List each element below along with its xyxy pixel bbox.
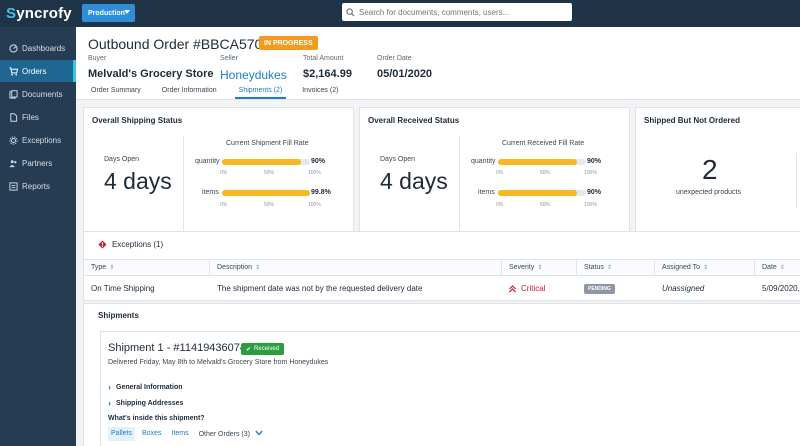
sidebar-item-reports[interactable]: Reports (0, 175, 76, 197)
tab-boxes[interactable]: Boxes (139, 427, 164, 441)
environment-dropdown[interactable]: Production (82, 4, 135, 22)
column-assigned-to[interactable]: Assigned To ⇕ (654, 260, 746, 275)
order-date-field: Order Date 05/01/2020 (377, 55, 433, 80)
shipment-contents-tabs: Pallets Boxes Items Other Orders (3) (108, 427, 270, 441)
partners-icon (8, 158, 18, 168)
sidebar-item-exceptions[interactable]: Exceptions (0, 129, 76, 151)
severity-critical: Critical (509, 284, 545, 293)
column-severity[interactable]: Severity ⇕ (501, 260, 576, 275)
search-icon (346, 7, 355, 17)
general-information-expander[interactable]: › General Information (108, 382, 183, 392)
received-badge: ✔ Received (241, 343, 285, 355)
card-divider (183, 136, 184, 234)
sidebar: Dashboards Orders Documents Files Except… (0, 27, 76, 446)
shipments-panel: Shipments Shipment 1 - #114194360742 ✔ R… (83, 303, 800, 446)
main-content: Outbound Order #BBCA570C IN PROGRESS Buy… (76, 27, 800, 446)
check-icon: ✔ (246, 346, 252, 353)
quantity-progress-bar (222, 159, 310, 165)
sort-icon: ⇕ (703, 265, 709, 271)
sort-icon: ⇕ (255, 265, 261, 271)
sidebar-item-files[interactable]: Files (0, 106, 76, 128)
sidebar-item-orders[interactable]: Orders (0, 60, 76, 82)
tab-pallets[interactable]: Pallets (108, 427, 136, 441)
status-badge: PENDING (584, 283, 615, 294)
shipping-addresses-expander[interactable]: › Shipping Addresses (108, 398, 183, 408)
status-badge: IN PROGRESS (259, 36, 318, 50)
page-title: Outbound Order #BBCA570C (88, 36, 273, 52)
tab-order-information[interactable]: Order Information (162, 84, 217, 99)
card-divider (796, 153, 797, 208)
chevron-right-icon: › (108, 382, 111, 392)
search-input[interactable] (359, 7, 559, 17)
shipment-card: Shipment 1 - #114194360742 ✔ Received De… (100, 331, 800, 446)
column-date[interactable]: Date ⇕ (754, 260, 800, 275)
double-chevron-up-icon (509, 284, 516, 292)
shipped-not-ordered-card: Shipped But Not Ordered 2 unexpected pro… (635, 107, 800, 249)
column-type[interactable]: Type ⇕ (84, 260, 209, 275)
table-row[interactable]: On Time Shipping The shipment date was n… (84, 276, 800, 301)
sort-icon: ⇕ (537, 265, 543, 271)
sidebar-item-dashboards[interactable]: Dashboards (0, 37, 76, 59)
gear-icon (8, 135, 18, 145)
document-icon (8, 89, 18, 99)
sort-icon: ⇕ (606, 265, 612, 271)
card-divider (459, 136, 460, 234)
dashboard-icon (8, 43, 18, 53)
unexpected-count: 2 (702, 154, 718, 185)
file-icon (8, 112, 18, 122)
shipping-status-card: Overall Shipping Status Days Open 4 days… (83, 107, 354, 249)
report-icon (8, 181, 18, 191)
exceptions-panel: Exceptions (1) Type ⇕ Description ⇕ Severi… (83, 231, 800, 301)
order-header: Outbound Order #BBCA570C IN PROGRESS Buy… (76, 27, 800, 100)
items-progress-bar (498, 190, 586, 196)
items-progress-bar (222, 190, 310, 196)
seller-field: Seller Honeydukes (220, 55, 287, 82)
exceptions-table-header: Type ⇕ Description ⇕ Severity ⇕ Status ⇕ Ass… (84, 259, 800, 276)
seller-link[interactable]: Honeydukes (220, 68, 287, 82)
shipment-title: Shipment 1 - #114194360742 (108, 342, 253, 354)
chevron-down-icon (124, 10, 130, 14)
quantity-progress-bar (498, 159, 586, 165)
chevron-right-icon: › (108, 398, 111, 408)
tab-items[interactable]: Items (168, 427, 191, 441)
chevron-down-icon (255, 430, 263, 436)
cart-icon (8, 66, 18, 76)
sort-icon: ⇕ (109, 265, 115, 271)
sidebar-item-documents[interactable]: Documents (0, 83, 76, 105)
order-tabs: Order Summary Order Information Shipment… (88, 84, 338, 99)
top-bar: Syncrofy Production (0, 0, 800, 27)
sort-icon: ⇕ (779, 265, 785, 271)
column-status[interactable]: Status ⇕ (576, 260, 654, 275)
column-description[interactable]: Description ⇕ (209, 260, 501, 275)
received-status-card: Overall Received Status Days Open 4 days… (359, 107, 630, 249)
search-bar[interactable] (342, 3, 572, 21)
buyer-field: Buyer Melvald's Grocery Store (88, 55, 214, 80)
warning-icon (98, 240, 107, 249)
tab-order-summary[interactable]: Order Summary (91, 84, 141, 99)
tab-invoices[interactable]: Invoices (2) (302, 84, 338, 99)
tab-shipments[interactable]: Shipments (2) (234, 84, 287, 99)
total-amount-field: Total Amount $2,164.99 (303, 55, 352, 80)
sidebar-item-partners[interactable]: Partners (0, 152, 76, 174)
tab-other-orders[interactable]: Other Orders (3) (196, 427, 266, 441)
syncrofy-logo[interactable]: Syncrofy (6, 5, 72, 22)
